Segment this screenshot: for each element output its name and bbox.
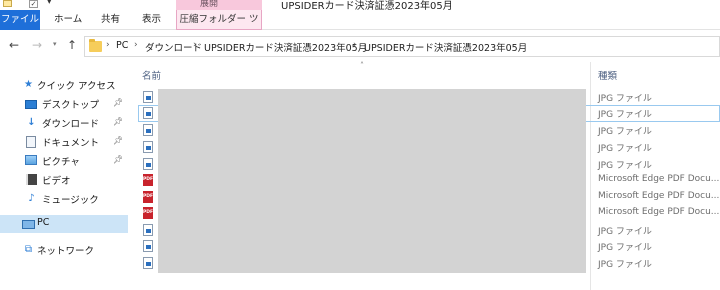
tab-view[interactable]: 表示	[142, 10, 161, 30]
jpg-file-icon	[143, 124, 153, 136]
sidebar-item-network[interactable]: ⧉ ネットワーク	[0, 241, 128, 259]
up-arrow-icon[interactable]: ↑	[67, 38, 77, 52]
sidebar-item-label: クイック アクセス	[37, 81, 116, 92]
sidebar-item-label: ドキュメント	[42, 138, 100, 149]
title-bar: ✓ ▾ 展開 UPSIDERカード決済証憑2023年05月	[0, 0, 720, 12]
file-type: JPG ファイル	[598, 243, 652, 253]
jpg-file-icon	[143, 224, 153, 236]
file-type: JPG ファイル	[598, 94, 652, 104]
pin-icon[interactable]: 📌︎	[113, 117, 123, 126]
sidebar-item-label: ピクチャ	[42, 157, 80, 168]
sidebar-item-label: デスクトップ	[42, 100, 100, 111]
back-arrow-icon[interactable]: ←	[9, 38, 19, 52]
breadcrumb-pc[interactable]: PC	[116, 40, 128, 51]
column-header-type[interactable]: 種類	[598, 68, 617, 82]
navigation-bar: ← → ▾ ↑ › PC › ダウンロード › UPSIDERカード決済証憑20…	[0, 31, 720, 61]
music-icon: ♪	[28, 193, 35, 204]
tab-share[interactable]: 共有	[101, 10, 120, 30]
sidebar-item-documents[interactable]: ドキュメント 📌︎	[0, 133, 128, 151]
navigation-pane: ★ クイック アクセス デスクトップ 📌︎ ↓ ダウンロード 📌︎ ドキュメント…	[0, 62, 128, 290]
pdf-file-icon	[143, 207, 153, 219]
file-type: Microsoft Edge PDF Docu...	[598, 191, 720, 201]
sidebar-item-pictures[interactable]: ピクチャ 📌︎	[0, 152, 128, 170]
sidebar-item-downloads[interactable]: ↓ ダウンロード 📌︎	[0, 114, 128, 132]
redaction-overlay	[158, 89, 586, 273]
breadcrumb-separator-icon[interactable]: ›	[353, 40, 357, 50]
pin-icon[interactable]: 📌︎	[113, 155, 123, 164]
context-tab-group	[176, 0, 262, 10]
file-type: Microsoft Edge PDF Docu...	[598, 174, 720, 184]
quick-access-dropdown-icon[interactable]: ▾	[47, 0, 52, 7]
breadcrumb-separator-icon[interactable]: ›	[106, 40, 110, 50]
desktop-icon	[25, 100, 37, 109]
breadcrumb-folder-parent[interactable]: UPSIDERカード決済証憑2023年05月	[204, 40, 367, 54]
tab-file[interactable]: ファイル	[0, 10, 40, 30]
file-type: JPG ファイル	[598, 144, 652, 154]
sidebar-item-label: ダウンロード	[42, 119, 100, 130]
jpg-file-icon	[143, 240, 153, 252]
breadcrumb-folder-current[interactable]: UPSIDERカード決済証憑2023年05月	[364, 40, 527, 54]
properties-icon[interactable]: ✓	[29, 0, 38, 8]
pdf-file-icon	[143, 191, 153, 203]
context-group-label: 展開	[200, 0, 219, 9]
breadcrumb-separator-icon[interactable]: ›	[134, 40, 138, 50]
jpg-file-icon	[143, 257, 153, 269]
folder-icon	[89, 39, 102, 52]
star-icon: ★	[24, 79, 33, 90]
file-type: JPG ファイル	[598, 260, 652, 270]
pin-icon[interactable]: 📌︎	[113, 98, 123, 107]
forward-arrow-icon[interactable]: →	[32, 38, 42, 52]
download-icon: ↓	[27, 117, 36, 128]
jpg-file-icon	[143, 158, 153, 170]
sidebar-item-quick-access[interactable]: ★ クイック アクセス	[0, 76, 128, 94]
jpg-file-icon	[143, 141, 153, 153]
network-icon: ⧉	[24, 244, 33, 255]
column-header-row: ˄ 名前 種類	[128, 61, 720, 86]
address-bar[interactable]: › PC › ダウンロード › UPSIDERカード決済証憑2023年05月 ›…	[84, 36, 720, 57]
sidebar-item-pc[interactable]: PC	[0, 215, 128, 233]
recent-locations-chevron-icon[interactable]: ▾	[53, 40, 57, 48]
sidebar-item-desktop[interactable]: デスクトップ 📌︎	[0, 95, 128, 113]
folder-icon[interactable]	[3, 0, 12, 7]
tab-home[interactable]: ホーム	[54, 10, 82, 30]
column-header-name[interactable]: 名前	[142, 68, 161, 82]
pictures-icon	[25, 155, 37, 165]
videos-icon	[26, 174, 37, 185]
file-type: JPG ファイル	[598, 110, 652, 120]
jpg-file-icon	[143, 91, 153, 103]
jpg-file-icon	[143, 107, 153, 119]
file-type: JPG ファイル	[598, 127, 652, 137]
sidebar-item-label: ビデオ	[42, 176, 71, 187]
documents-icon	[26, 136, 36, 148]
pc-icon	[22, 220, 35, 229]
ribbon-tabs: ファイル ホーム 共有 表示 圧縮フォルダー ツール	[0, 10, 720, 44]
sidebar-item-music[interactable]: ♪ ミュージック	[0, 190, 128, 208]
tab-compressed-folder-tools[interactable]: 圧縮フォルダー ツール	[176, 10, 262, 44]
pin-icon[interactable]: 📌︎	[113, 136, 123, 145]
sidebar-item-label: ミュージック	[42, 195, 99, 206]
sidebar-item-label: PC	[37, 217, 50, 228]
sort-ascending-icon: ˄	[360, 61, 364, 70]
pdf-file-icon	[143, 174, 153, 186]
file-type: JPG ファイル	[598, 227, 652, 237]
sidebar-item-label: ネットワーク	[37, 246, 95, 257]
sidebar-item-videos[interactable]: ビデオ	[0, 171, 128, 189]
file-type: JPG ファイル	[598, 161, 652, 171]
file-type: Microsoft Edge PDF Docu...	[598, 207, 720, 217]
breadcrumb-separator-icon[interactable]: ›	[193, 40, 197, 50]
